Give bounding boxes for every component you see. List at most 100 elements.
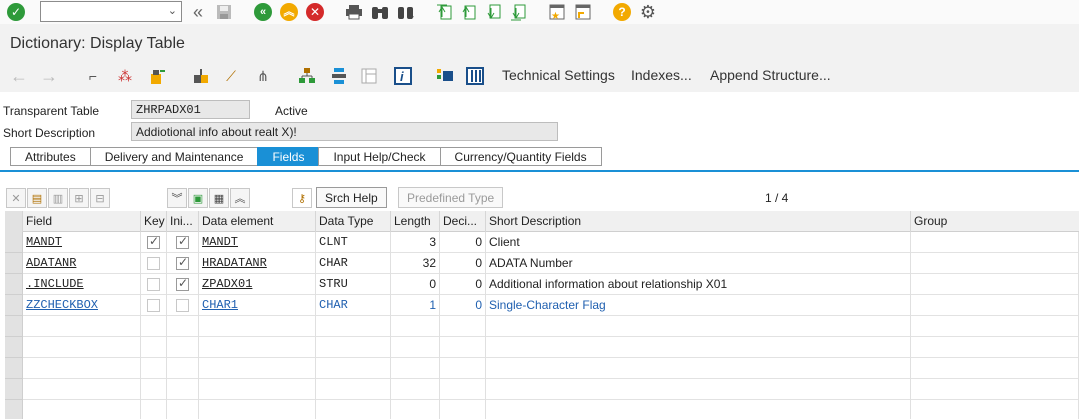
key-checkbox[interactable] xyxy=(147,278,160,291)
cell-decimals[interactable] xyxy=(440,400,486,419)
cell-initial[interactable] xyxy=(167,400,199,419)
row-selector[interactable] xyxy=(5,316,23,337)
col-decimals[interactable]: Deci... xyxy=(440,211,486,232)
delete-row-button[interactable]: ⊟ xyxy=(90,188,110,208)
cell-key[interactable] xyxy=(141,400,167,419)
field-value[interactable]: .INCLUDE xyxy=(26,277,84,291)
row-selector[interactable] xyxy=(5,274,23,295)
cell-data-type[interactable] xyxy=(316,379,391,400)
field-value[interactable]: MANDT xyxy=(26,235,62,249)
expand-all-button[interactable]: ︽ xyxy=(230,188,250,208)
display-change-button[interactable]: ⌐ xyxy=(84,67,102,85)
initial-checkbox[interactable] xyxy=(176,276,189,291)
cell-field[interactable]: MANDT xyxy=(23,232,141,253)
cell-field[interactable] xyxy=(23,358,141,379)
data-element-value[interactable]: HRADATANR xyxy=(202,256,267,270)
col-group[interactable]: Group xyxy=(911,211,1079,232)
field-value[interactable]: ADATANR xyxy=(26,256,76,270)
find-next-button[interactable]: + xyxy=(396,2,416,22)
cell-data-element[interactable] xyxy=(199,400,316,419)
settings-button[interactable]: ⚙ xyxy=(638,2,658,22)
cell-key[interactable] xyxy=(141,232,167,253)
cell-short-description[interactable] xyxy=(486,400,911,419)
enter-button[interactable]: ✓ xyxy=(6,2,26,22)
insert-row-button[interactable]: ⊞ xyxy=(69,188,89,208)
collapse-all-button[interactable]: ︾ xyxy=(167,188,187,208)
technical-settings-button[interactable]: Technical Settings xyxy=(502,67,615,83)
tab-delivery-and-maintenance[interactable]: Delivery and Maintenance xyxy=(89,147,258,166)
navigation-window-button[interactable] xyxy=(330,67,348,85)
chevron-down-icon[interactable]: ⌄ xyxy=(168,4,177,17)
information-button[interactable]: i xyxy=(394,67,412,85)
cell-key[interactable] xyxy=(141,316,167,337)
check-button[interactable] xyxy=(148,67,166,85)
predefined-type-button[interactable]: Predefined Type xyxy=(398,187,504,208)
collapse-left-button[interactable]: « xyxy=(188,2,208,22)
cell-short-description[interactable] xyxy=(486,358,911,379)
back-button[interactable]: « xyxy=(253,2,273,22)
key-checkbox[interactable] xyxy=(147,299,160,312)
initial-checkbox[interactable] xyxy=(176,299,189,312)
cell-decimals[interactable]: 0 xyxy=(440,295,486,316)
col-initial[interactable]: Ini... xyxy=(167,211,199,232)
exit-button[interactable]: ︽ xyxy=(279,2,299,22)
cell-short-description[interactable] xyxy=(486,337,911,358)
key-checkbox[interactable] xyxy=(147,257,160,270)
cell-length[interactable] xyxy=(391,337,440,358)
data-element-value[interactable]: ZPADX01 xyxy=(202,277,252,291)
table-row[interactable]: ZZCHECKBOX CHAR1 CHAR 1 0 Single-Character Fl… xyxy=(23,295,1079,316)
cell-initial[interactable] xyxy=(167,379,199,400)
cell-data-element[interactable]: HRADATANR xyxy=(199,253,316,274)
help-button[interactable]: ? xyxy=(612,2,632,22)
cell-length[interactable] xyxy=(391,400,440,419)
shortcut-button[interactable] xyxy=(573,2,593,22)
table-row[interactable]: ADATANR HRADATANR CHAR 32 0 ADATA Number xyxy=(23,253,1079,274)
cell-length[interactable]: 1 xyxy=(391,295,440,316)
cell-key[interactable] xyxy=(141,379,167,400)
data-element-value[interactable]: MANDT xyxy=(202,235,238,249)
cell-decimals[interactable]: 0 xyxy=(440,274,486,295)
cell-data-type[interactable] xyxy=(316,337,391,358)
display-object-list-button[interactable] xyxy=(360,67,378,85)
select-all-cell[interactable] xyxy=(5,211,23,232)
cell-length[interactable]: 32 xyxy=(391,253,440,274)
initial-checkbox[interactable] xyxy=(176,234,189,249)
table-row[interactable]: MANDT MANDT CLNT 3 0 Client xyxy=(23,232,1079,253)
cell-key[interactable] xyxy=(141,358,167,379)
field-value[interactable]: ZZCHECKBOX xyxy=(26,298,98,312)
cell-length[interactable] xyxy=(391,379,440,400)
row-selector[interactable] xyxy=(5,400,23,419)
wizard-button[interactable]: ⟋ xyxy=(222,67,240,85)
last-page-button[interactable] xyxy=(508,2,528,22)
cell-short-description[interactable] xyxy=(486,316,911,337)
cell-length[interactable]: 3 xyxy=(391,232,440,253)
cell-group[interactable] xyxy=(911,337,1079,358)
table-row[interactable] xyxy=(23,316,1079,337)
cell-group[interactable] xyxy=(911,358,1079,379)
cell-data-element[interactable] xyxy=(199,358,316,379)
export-button[interactable]: ▣ xyxy=(188,188,208,208)
where-used-button[interactable]: ⋔ xyxy=(254,67,272,85)
cell-field[interactable] xyxy=(23,316,141,337)
cell-initial[interactable] xyxy=(167,295,199,316)
cell-data-element[interactable] xyxy=(199,337,316,358)
cell-short-description[interactable]: Additional information about relationshi… xyxy=(486,274,911,295)
cell-field[interactable]: ZZCHECKBOX xyxy=(23,295,141,316)
cell-data-type[interactable]: STRU xyxy=(316,274,391,295)
first-page-button[interactable] xyxy=(434,2,454,22)
tab-input-help-check[interactable]: Input Help/Check xyxy=(318,147,440,166)
cell-key[interactable] xyxy=(141,274,167,295)
cell-group[interactable] xyxy=(911,400,1079,419)
col-data-type[interactable]: Data Type xyxy=(316,211,391,232)
cell-field[interactable]: ADATANR xyxy=(23,253,141,274)
cell-decimals[interactable]: 0 xyxy=(440,253,486,274)
cell-data-type[interactable] xyxy=(316,358,391,379)
command-field[interactable]: ⌄ xyxy=(40,1,182,22)
object-list-button[interactable] xyxy=(298,67,316,85)
cell-group[interactable] xyxy=(911,274,1079,295)
append-structure-button[interactable]: Append Structure... xyxy=(710,67,831,83)
entry-help-button[interactable] xyxy=(436,67,454,85)
cell-data-element[interactable]: CHAR1 xyxy=(199,295,316,316)
cell-decimals[interactable] xyxy=(440,337,486,358)
table-row[interactable] xyxy=(23,358,1079,379)
